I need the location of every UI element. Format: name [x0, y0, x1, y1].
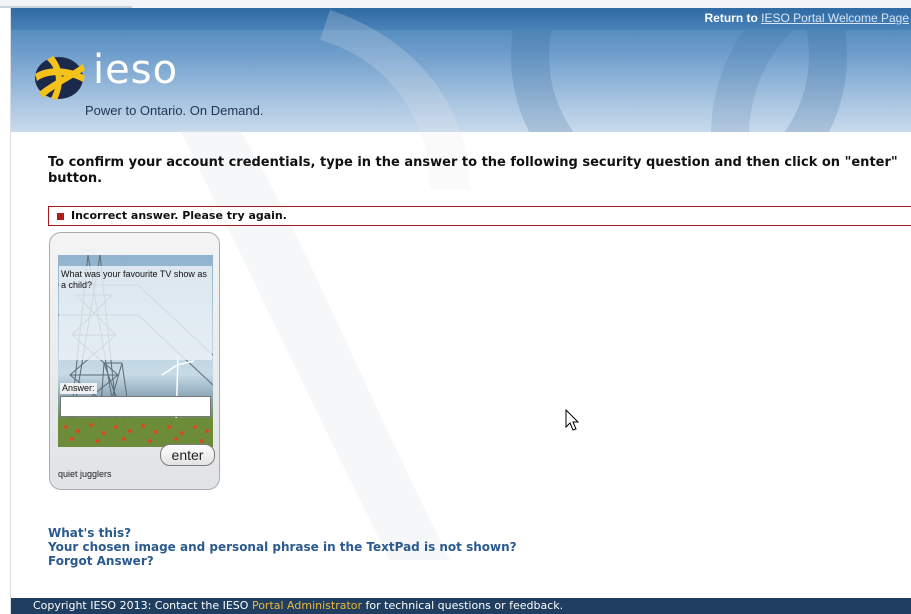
whats-this-link[interactable]: What's this?	[48, 526, 517, 540]
help-links: What's this? Your chosen image and perso…	[48, 526, 517, 568]
error-message: Incorrect answer. Please try again.	[71, 209, 287, 222]
forgot-answer-link[interactable]: Forgot Answer?	[48, 554, 517, 568]
instructions-text: To confirm your account credentials, typ…	[48, 155, 898, 186]
enter-button[interactable]: enter	[160, 444, 215, 466]
error-bullet-icon	[57, 213, 64, 220]
footer-suffix: for technical questions or feedback.	[365, 599, 564, 612]
return-to-portal-link[interactable]: IESO Portal Welcome Page	[761, 11, 909, 25]
top-strip	[0, 0, 911, 8]
personal-phrase: quiet jugglers	[58, 469, 112, 479]
security-question: What was your favourite TV show as a chi…	[61, 269, 207, 290]
left-gutter	[0, 8, 11, 614]
site-header: Return to IESO Portal Welcome Page ieso …	[11, 8, 911, 132]
header-bar: Return to IESO Portal Welcome Page	[11, 8, 911, 30]
footer-prefix: Copyright IESO 2013: Contact the IESO	[33, 599, 249, 612]
security-textpad: What was your favourite TV show as a chi…	[49, 232, 220, 490]
personal-image: What was your favourite TV show as a chi…	[58, 255, 213, 447]
error-message-bar: Incorrect answer. Please try again.	[48, 206, 911, 226]
answer-label: Answer:	[60, 383, 97, 394]
mouse-pointer-icon	[565, 409, 580, 431]
footer: Copyright IESO 2013: Contact the IESO Po…	[11, 598, 911, 614]
answer-input[interactable]	[60, 396, 211, 417]
security-question-box: What was your favourite TV show as a chi…	[59, 266, 212, 360]
ieso-logo-text: ieso	[93, 47, 179, 93]
return-prefix: Return to	[704, 11, 758, 25]
image-not-shown-link[interactable]: Your chosen image and personal phrase in…	[48, 540, 517, 554]
portal-administrator-link[interactable]: Portal Administrator	[252, 599, 362, 612]
ieso-logo-icon	[35, 56, 85, 100]
page: Return to IESO Portal Welcome Page ieso …	[0, 0, 911, 614]
tagline: Power to Ontario. On Demand.	[85, 103, 264, 118]
return-link-wrap: Return to IESO Portal Welcome Page	[704, 11, 909, 25]
